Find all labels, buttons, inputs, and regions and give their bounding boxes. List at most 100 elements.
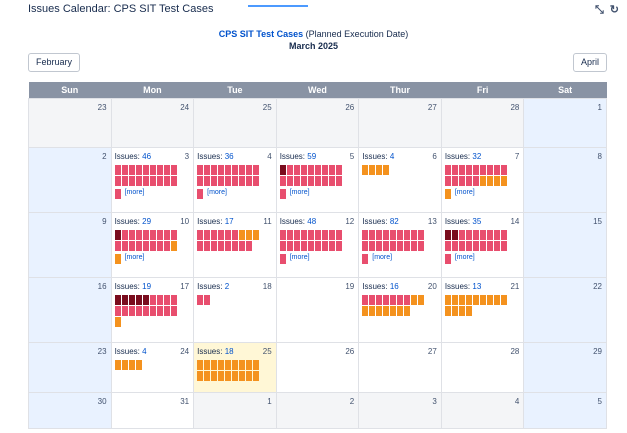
refresh-icon[interactable]: ↻ — [610, 4, 619, 16]
day-cell[interactable]: 21 Issues: 13 — [440, 277, 525, 343]
more-link[interactable]: [more] — [207, 189, 227, 197]
issue-block-red[interactable] — [493, 241, 500, 251]
issue-block-red[interactable] — [293, 241, 300, 251]
issue-block-red[interactable] — [142, 306, 149, 316]
issues-count-link[interactable]: 82 — [390, 217, 399, 226]
day-cell[interactable]: 11 Issues: 17 — [193, 212, 277, 278]
day-cell[interactable]: 1 — [193, 392, 277, 429]
issue-block-red[interactable] — [211, 230, 218, 240]
issue-block-orange[interactable] — [369, 165, 376, 175]
issue-block-red[interactable] — [293, 165, 300, 175]
issue-block-red[interactable] — [486, 241, 493, 251]
issue-block-red[interactable] — [149, 230, 156, 240]
issue-block-red[interactable] — [149, 241, 156, 251]
more-link[interactable]: [more] — [290, 189, 310, 197]
issue-block-red[interactable] — [286, 176, 293, 186]
day-cell[interactable]: 5 Issues: 59 [more] — [275, 147, 360, 213]
issue-block-red[interactable] — [128, 306, 135, 316]
issue-block-orange[interactable] — [486, 176, 493, 186]
issue-block-red[interactable] — [279, 176, 286, 186]
issue-block-red[interactable] — [321, 230, 328, 240]
issue-block-red[interactable] — [458, 241, 465, 251]
day-cell[interactable]: 7 Issues: 32 [more] — [440, 147, 525, 213]
more-link[interactable]: [more] — [290, 254, 310, 262]
issue-block-red[interactable] — [286, 230, 293, 240]
issue-block-orange[interactable] — [362, 165, 369, 175]
issue-block-orange[interactable] — [451, 295, 458, 305]
issue-block-red[interactable] — [376, 241, 383, 251]
issue-block-orange[interactable] — [458, 306, 465, 316]
issue-block-red[interactable] — [225, 165, 232, 175]
issue-block-red[interactable] — [197, 189, 204, 199]
issue-block-orange[interactable] — [486, 295, 493, 305]
day-cell[interactable]: 30 — [28, 392, 112, 429]
issue-block-red[interactable] — [397, 230, 404, 240]
issue-block-red[interactable] — [465, 230, 472, 240]
issue-block-red[interactable] — [218, 241, 225, 251]
issue-block-orange[interactable] — [218, 371, 225, 381]
issues-count-link[interactable]: 17 — [225, 217, 234, 226]
issue-block-red[interactable] — [218, 230, 225, 240]
issue-block-red[interactable] — [142, 165, 149, 175]
issue-block-red[interactable] — [486, 165, 493, 175]
issue-block-orange[interactable] — [465, 306, 472, 316]
minimize-icon[interactable]: ⤡ — [595, 4, 604, 16]
issue-block-red[interactable] — [170, 230, 177, 240]
issue-block-red[interactable] — [472, 165, 479, 175]
issue-block-orange[interactable] — [253, 360, 260, 370]
issue-block-orange[interactable] — [225, 371, 232, 381]
issue-block-red[interactable] — [128, 241, 135, 251]
issue-block-red[interactable] — [204, 165, 211, 175]
day-cell[interactable]: 9 — [28, 212, 112, 278]
issue-block-red[interactable] — [170, 176, 177, 186]
day-cell[interactable]: 3 Issues: 46 [more] — [110, 147, 195, 213]
day-cell[interactable]: 12 Issues: 48 [more] — [275, 212, 360, 278]
issue-block-orange[interactable] — [114, 254, 121, 264]
issue-block-red[interactable] — [142, 230, 149, 240]
issue-block-darkred[interactable] — [128, 295, 135, 305]
issue-block-red[interactable] — [211, 176, 218, 186]
issue-block-red[interactable] — [444, 254, 451, 264]
issue-block-red[interactable] — [493, 165, 500, 175]
issue-block-red[interactable] — [114, 241, 121, 251]
issue-block-orange[interactable] — [128, 360, 135, 370]
issue-block-red[interactable] — [211, 241, 218, 251]
day-cell[interactable]: 24 — [110, 98, 195, 148]
issue-block-red[interactable] — [149, 306, 156, 316]
issue-block-orange[interactable] — [500, 176, 507, 186]
issue-block-red[interactable] — [444, 241, 451, 251]
issue-block-orange[interactable] — [444, 189, 451, 199]
issues-count-link[interactable]: 59 — [307, 152, 316, 161]
issue-block-orange[interactable] — [493, 176, 500, 186]
issue-block-red[interactable] — [135, 176, 142, 186]
issue-block-red[interactable] — [253, 165, 260, 175]
day-cell[interactable]: 4 Issues: 36 [more] — [193, 147, 277, 213]
issue-block-red[interactable] — [493, 230, 500, 240]
issues-count-link[interactable]: 4 — [142, 347, 146, 356]
day-cell[interactable]: 16 — [28, 277, 112, 343]
day-cell[interactable]: 10 Issues: 29 [more] — [110, 212, 195, 278]
issue-block-orange[interactable] — [376, 306, 383, 316]
issue-block-orange[interactable] — [472, 295, 479, 305]
day-cell[interactable]: 5 — [523, 392, 607, 429]
issue-block-red[interactable] — [451, 165, 458, 175]
issue-block-red[interactable] — [335, 165, 342, 175]
day-cell[interactable]: 2 — [28, 147, 112, 213]
day-cell[interactable]: 6 Issues: 4 — [358, 147, 442, 213]
issue-block-red[interactable] — [114, 189, 121, 199]
issues-count-link[interactable]: 32 — [472, 152, 481, 161]
issue-block-red[interactable] — [383, 295, 390, 305]
day-cell[interactable]: 19 — [275, 277, 360, 343]
issue-block-red[interactable] — [390, 295, 397, 305]
issue-block-red[interactable] — [197, 241, 204, 251]
issue-block-red[interactable] — [411, 241, 418, 251]
issue-block-red[interactable] — [246, 176, 253, 186]
issue-block-red[interactable] — [232, 241, 239, 251]
day-cell[interactable]: 1 — [523, 98, 607, 148]
issue-block-red[interactable] — [307, 241, 314, 251]
issue-block-red[interactable] — [418, 241, 425, 251]
issue-block-red[interactable] — [170, 295, 177, 305]
issue-block-red[interactable] — [472, 241, 479, 251]
day-cell[interactable]: 24 Issues: 4 — [110, 342, 195, 393]
issue-block-orange[interactable] — [135, 360, 142, 370]
